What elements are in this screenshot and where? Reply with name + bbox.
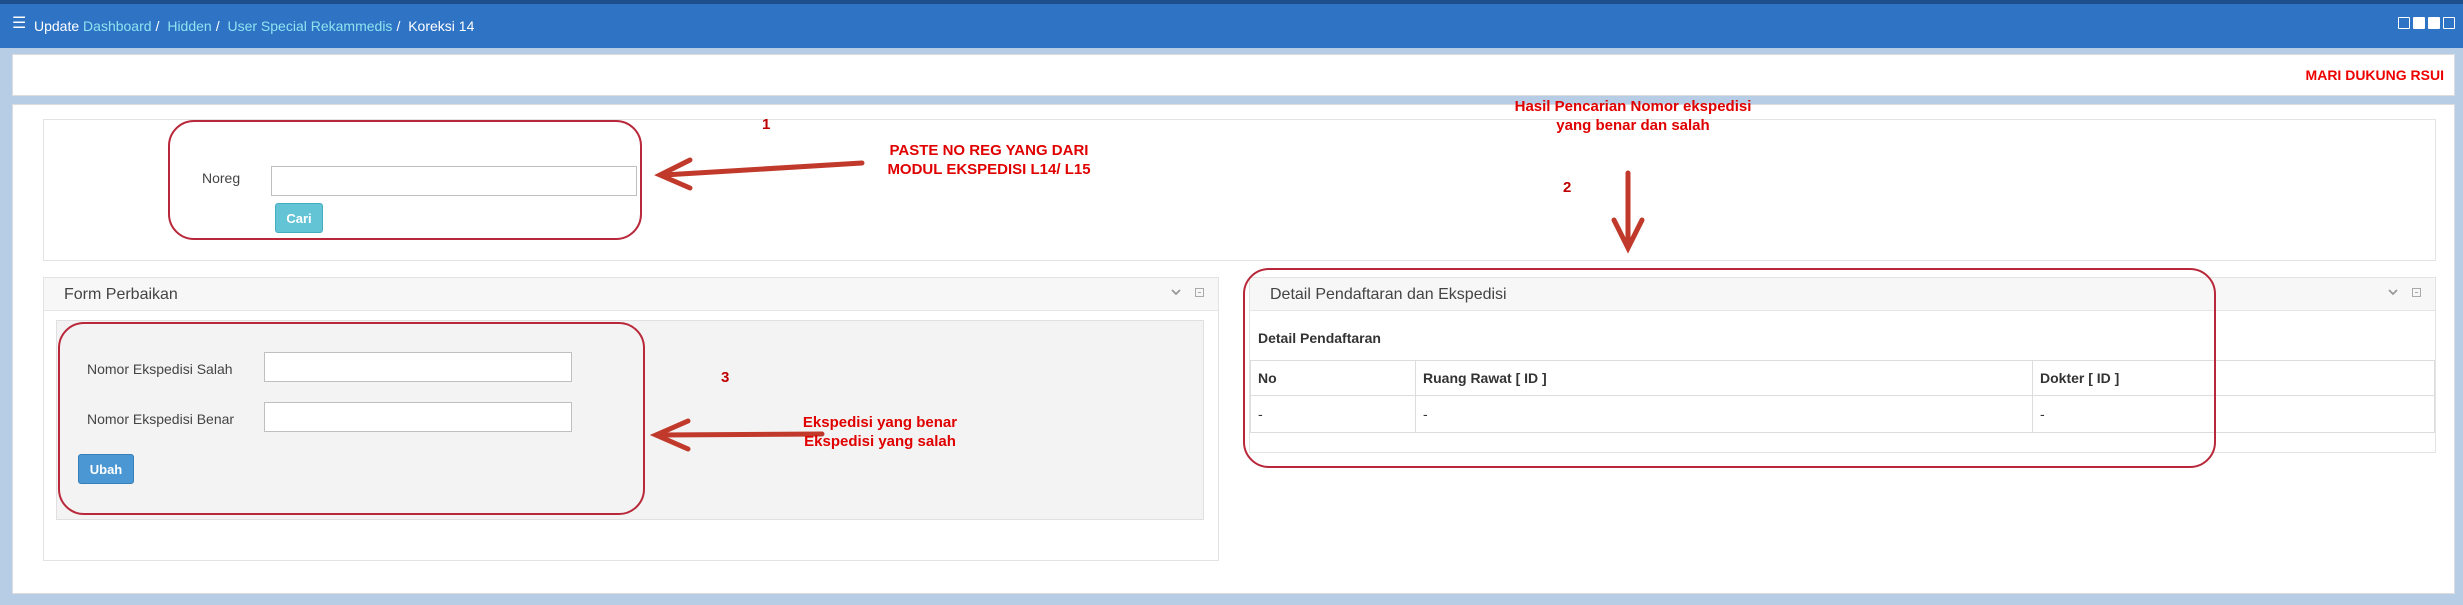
annotation-number-1: 1: [762, 116, 771, 133]
annotation-note-3-line1: Ekspedisi yang benar: [802, 414, 958, 431]
annotation-note-2: Hasil Pencarian Nomor ekspedisi yang ben…: [1478, 97, 1788, 135]
annotation-note-1-line2: MODUL EKSPEDISI L14/ L15: [887, 161, 1091, 178]
annotation-arrows: [649, 157, 1645, 452]
annotation-note-1: PASTE NO REG YANG DARI MODUL EKSPEDISI L…: [854, 141, 1124, 179]
annotation-note-3: Ekspedisi yang benar Ekspedisi yang sala…: [770, 413, 990, 451]
annotation-note-1-line1: PASTE NO REG YANG DARI: [889, 142, 1089, 159]
annotation-number-2: 2: [1563, 179, 1572, 196]
annotation-note-2-line2: yang benar dan salah: [1556, 117, 1710, 134]
annotation-note-3-line2: Ekspedisi yang salah: [804, 433, 956, 450]
annotation-note-2-line1: Hasil Pencarian Nomor ekspedisi: [1514, 98, 1752, 115]
annotation-arrow-1: [661, 160, 865, 178]
annotation-number-3: 3: [721, 369, 730, 386]
